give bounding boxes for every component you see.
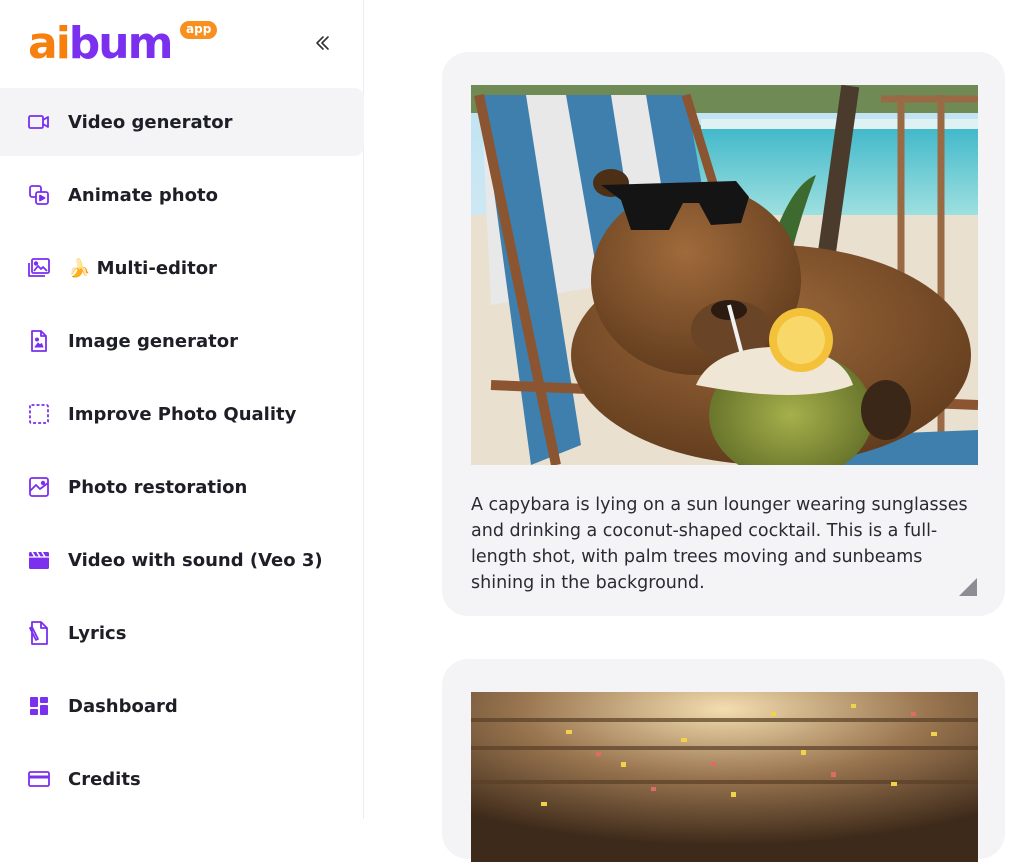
sidebar-nav: Video generator Animate photo 🍌 Multi-ed… — [0, 88, 364, 818]
animate-photo-icon — [26, 182, 52, 208]
sidebar-item-label: Lyrics — [68, 622, 127, 644]
sidebar-item-multi-editor[interactable]: 🍌 Multi-editor — [0, 234, 364, 302]
sidebar-item-label: 🍌 Multi-editor — [68, 257, 217, 279]
generated-image-confetti[interactable] — [471, 692, 978, 862]
sidebar-item-animate-photo[interactable]: Animate photo — [0, 161, 364, 229]
credit-card-icon — [26, 766, 52, 792]
lyrics-file-icon — [26, 620, 52, 646]
enhance-photo-icon — [26, 401, 52, 427]
sidebar-item-label: Video with sound (Veo 3) — [68, 549, 323, 571]
logo-app-badge: app — [180, 21, 218, 39]
sidebar-item-label: Image generator — [68, 330, 238, 352]
sidebar-item-lyrics[interactable]: Lyrics — [0, 599, 364, 667]
sidebar-item-label: Credits — [68, 768, 141, 790]
photo-restore-icon — [26, 474, 52, 500]
generated-image-capybara[interactable] — [471, 85, 978, 465]
generation-card — [442, 659, 1005, 862]
collapse-sidebar-button[interactable] — [308, 28, 338, 58]
dashboard-grid-icon — [26, 693, 52, 719]
sidebar-item-label: Animate photo — [68, 184, 218, 206]
sidebar-item-photo-restoration[interactable]: Photo restoration — [0, 453, 364, 521]
sidebar-item-label: Photo restoration — [68, 476, 248, 498]
sidebar-item-video-with-sound[interactable]: Video with sound (Veo 3) — [0, 526, 364, 594]
video-camera-icon — [26, 109, 52, 135]
generation-card: A capybara is lying on a sun lounger wea… — [442, 52, 1005, 616]
logo-wordmark: aibum — [28, 18, 173, 69]
sidebar-item-label: Dashboard — [68, 695, 178, 717]
sidebar-item-image-generator[interactable]: Image generator — [0, 307, 364, 375]
resize-handle-icon[interactable] — [959, 578, 977, 596]
sidebar-item-dashboard[interactable]: Dashboard — [0, 672, 364, 740]
clapperboard-icon — [26, 547, 52, 573]
sidebar-item-credits[interactable]: Credits — [0, 745, 364, 813]
sidebar-item-label: Improve Photo Quality — [68, 403, 297, 425]
main-feed: A capybara is lying on a sun lounger wea… — [365, 0, 1024, 862]
sidebar-item-video-generator[interactable]: Video generator — [0, 88, 364, 156]
sidebar-item-improve-photo-quality[interactable]: Improve Photo Quality — [0, 380, 364, 448]
images-stack-icon — [26, 255, 52, 281]
sidebar-item-label: Video generator — [68, 111, 233, 133]
prompt-text: A capybara is lying on a sun lounger wea… — [471, 495, 968, 593]
double-chevron-left-icon — [316, 36, 329, 50]
image-file-icon — [26, 328, 52, 354]
sidebar: aibum app Video generator Animate photo … — [0, 0, 364, 819]
album-app-logo[interactable]: aibum app — [28, 16, 228, 76]
